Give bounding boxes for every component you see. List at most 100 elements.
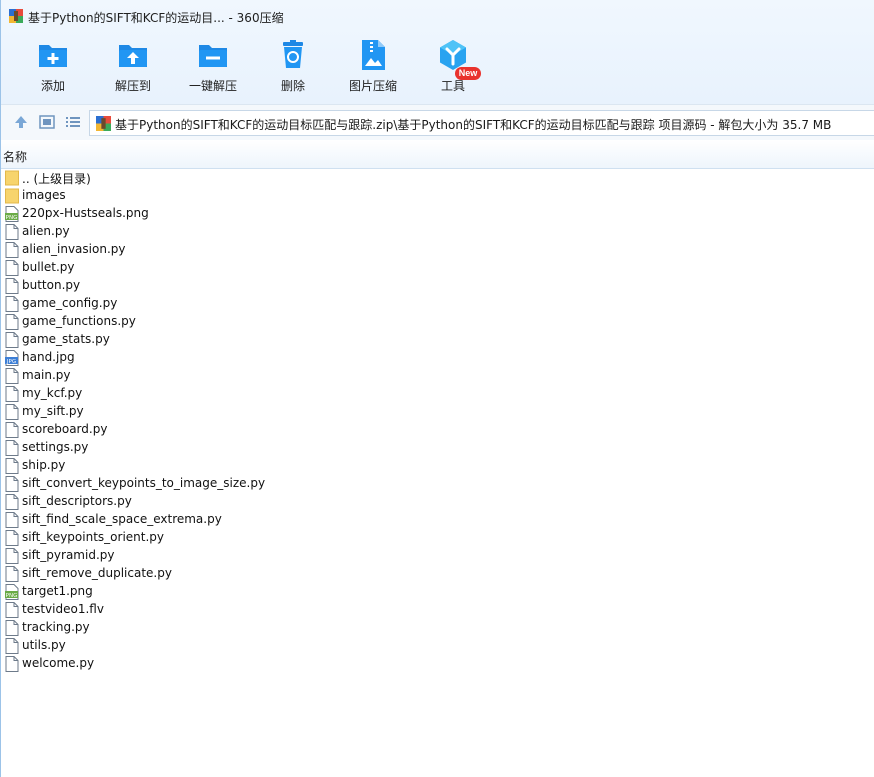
one-click-extract-icon	[199, 45, 227, 67]
one-click-extract-button[interactable]: 一键解压	[178, 36, 248, 100]
file-name: images	[22, 188, 66, 202]
file-icon	[5, 386, 19, 402]
file-name: tracking.py	[22, 620, 90, 634]
file-icon	[5, 566, 19, 582]
file-name: testvideo1.flv	[22, 602, 104, 616]
file-icon	[5, 224, 19, 240]
file-name: sift_pyramid.py	[22, 548, 115, 562]
file-row[interactable]: alien.py	[1, 223, 874, 241]
file-list: .. (上级目录) images PNG 220px-Hustseals.png ali…	[1, 169, 874, 777]
file-name: target1.png	[22, 584, 93, 598]
folder-row[interactable]: images	[1, 187, 874, 205]
add-label: 添加	[40, 79, 65, 93]
title-bar: 基于Python的SIFT和KCF的运动目... - 360压缩	[1, 0, 874, 34]
address-bar-row: 基于Python的SIFT和KCF的运动目标匹配与跟踪.zip\基于Python…	[1, 104, 874, 140]
delete-button[interactable]: 删除	[258, 36, 328, 100]
add-button[interactable]: 添加	[18, 36, 88, 100]
list-view-icon[interactable]	[65, 114, 81, 130]
file-name: 220px-Hustseals.png	[22, 206, 149, 220]
file-icon	[5, 602, 19, 618]
file-icon	[5, 620, 19, 636]
folder-row[interactable]: .. (上级目录)	[1, 169, 874, 187]
path-text: 基于Python的SIFT和KCF的运动目标匹配与跟踪.zip\基于Python…	[115, 118, 832, 132]
file-row[interactable]: my_sift.py	[1, 403, 874, 421]
file-name: game_stats.py	[22, 332, 110, 346]
file-row[interactable]: main.py	[1, 367, 874, 385]
toolbar: 添加 解压到 一键解压 删除 图片压缩 工具 New	[1, 36, 874, 100]
up-arrow-icon[interactable]	[13, 114, 29, 130]
file-row[interactable]: ship.py	[1, 457, 874, 475]
file-name: .. (上级目录)	[22, 172, 91, 186]
file-icon	[5, 368, 19, 384]
file-row[interactable]: alien_invasion.py	[1, 241, 874, 259]
file-name: button.py	[22, 278, 81, 292]
file-name: game_functions.py	[22, 314, 136, 328]
delete-label: 删除	[280, 79, 305, 93]
path-field[interactable]: 基于Python的SIFT和KCF的运动目标匹配与跟踪.zip\基于Python…	[89, 110, 874, 136]
file-icon	[5, 440, 19, 456]
file-name: bullet.py	[22, 260, 75, 274]
zip-archive-icon	[96, 116, 111, 131]
file-name: my_sift.py	[22, 404, 84, 418]
file-name: game_config.py	[22, 296, 118, 310]
svg-text:JPG: JPG	[6, 359, 16, 365]
file-icon	[5, 296, 19, 312]
file-row[interactable]: game_functions.py	[1, 313, 874, 331]
file-icon	[5, 512, 19, 528]
file-name: main.py	[22, 368, 71, 382]
file-row[interactable]: PNG target1.png	[1, 583, 874, 601]
file-row[interactable]: JPG hand.jpg	[1, 349, 874, 367]
extract-to-button[interactable]: 解压到	[98, 36, 168, 100]
file-name: alien_invasion.py	[22, 242, 126, 256]
column-header-name[interactable]: 名称	[1, 140, 874, 169]
file-name: sift_descriptors.py	[22, 494, 132, 508]
file-name: sift_keypoints_orient.py	[22, 530, 165, 544]
file-icon	[5, 278, 19, 294]
file-icon	[5, 494, 19, 510]
file-row[interactable]: sift_pyramid.py	[1, 547, 874, 565]
file-icon	[5, 242, 19, 258]
window-title: 基于Python的SIFT和KCF的运动目... - 360压缩	[28, 11, 284, 25]
png-image-icon: PNG	[5, 206, 19, 222]
file-row[interactable]: sift_keypoints_orient.py	[1, 529, 874, 547]
new-badge: New	[455, 67, 481, 80]
image-compress-label: 图片压缩	[348, 79, 397, 93]
file-row[interactable]: settings.py	[1, 439, 874, 457]
file-row[interactable]: utils.py	[1, 637, 874, 655]
file-row[interactable]: welcome.py	[1, 655, 874, 673]
file-row[interactable]: bullet.py	[1, 259, 874, 277]
file-row[interactable]: tracking.py	[1, 619, 874, 637]
file-row[interactable]: game_config.py	[1, 295, 874, 313]
file-name: hand.jpg	[22, 350, 75, 364]
file-row[interactable]: sift_convert_keypoints_to_image_size.py	[1, 475, 874, 493]
file-icon	[5, 638, 19, 654]
jpg-image-icon: JPG	[5, 350, 19, 366]
file-row[interactable]: PNG 220px-Hustseals.png	[1, 205, 874, 223]
delete-icon	[283, 40, 303, 68]
file-row[interactable]: my_kcf.py	[1, 385, 874, 403]
file-icon	[5, 332, 19, 348]
svg-text:PNG: PNG	[6, 215, 18, 221]
folder-icon	[5, 170, 19, 186]
file-name: scoreboard.py	[22, 422, 108, 436]
file-row[interactable]: sift_descriptors.py	[1, 493, 874, 511]
archive-app-icon	[9, 9, 23, 23]
column-header-label: 名称	[3, 150, 28, 164]
file-icon	[5, 422, 19, 438]
file-row[interactable]: button.py	[1, 277, 874, 295]
file-icon	[5, 404, 19, 420]
file-row[interactable]: scoreboard.py	[1, 421, 874, 439]
file-name: welcome.py	[22, 656, 95, 670]
image-compress-button[interactable]: 图片压缩	[338, 36, 408, 100]
file-row[interactable]: game_stats.py	[1, 331, 874, 349]
add-icon	[39, 45, 67, 67]
file-name: sift_find_scale_space_extrema.py	[22, 512, 222, 526]
file-row[interactable]: testvideo1.flv	[1, 601, 874, 619]
file-name: sift_remove_duplicate.py	[22, 566, 172, 580]
file-icon	[5, 476, 19, 492]
file-row[interactable]: sift_find_scale_space_extrema.py	[1, 511, 874, 529]
tools-label: 工具	[440, 79, 465, 93]
thumbnail-view-icon[interactable]	[39, 114, 55, 130]
file-icon	[5, 656, 19, 672]
file-row[interactable]: sift_remove_duplicate.py	[1, 565, 874, 583]
